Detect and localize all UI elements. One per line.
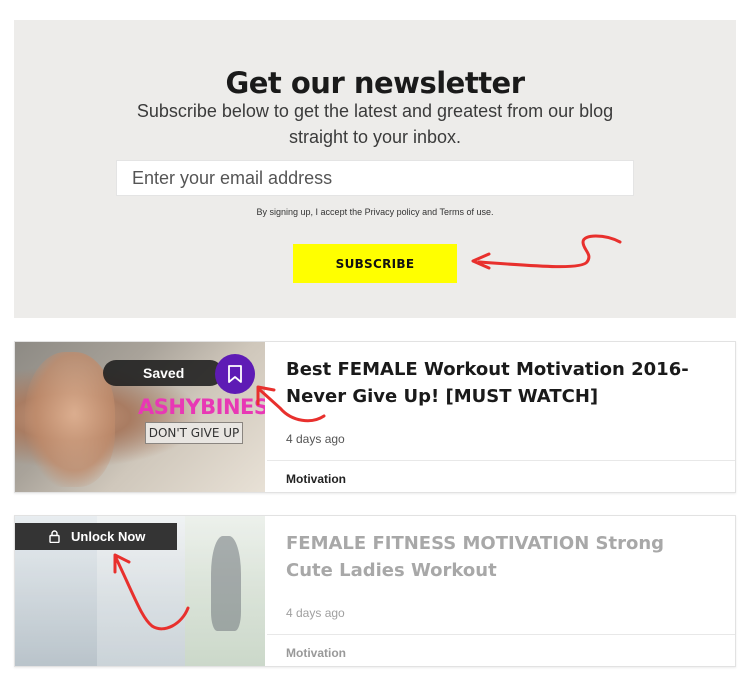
bookmark-icon — [228, 365, 242, 383]
thumbnail-tag-text: DON'T GIVE UP — [145, 422, 243, 444]
card-divider — [267, 460, 735, 461]
unlock-label: Unlock Now — [71, 529, 146, 544]
thumbnail-brand-text: ASHYBINES — [138, 395, 265, 419]
email-input[interactable] — [116, 160, 634, 196]
thumbnail-face — [25, 352, 115, 487]
article-title[interactable]: FEMALE FITNESS MOTIVATION Strong Cute La… — [286, 530, 706, 584]
card-divider — [267, 634, 735, 635]
article-thumbnail[interactable]: Unlock Now — [15, 516, 265, 666]
article-card[interactable]: Unlock Now FEMALE FITNESS MOTIVATION Str… — [14, 515, 736, 667]
newsletter-title: Get our newsletter — [225, 66, 525, 100]
newsletter-section: Get our newsletter Subscribe below to ge… — [14, 20, 736, 318]
newsletter-subtitle: Subscribe below to get the latest and gr… — [14, 98, 736, 150]
newsletter-subtitle-line-1: Subscribe below to get the latest and gr… — [136, 101, 614, 121]
page: Get our newsletter Subscribe below to ge… — [0, 0, 749, 686]
subscribe-button[interactable]: SUBSCRIBE — [293, 244, 457, 283]
article-category[interactable]: Motivation — [286, 646, 346, 660]
lock-icon — [49, 530, 60, 543]
article-date: 4 days ago — [286, 432, 345, 446]
article-category[interactable]: Motivation — [286, 472, 346, 486]
article-title[interactable]: Best FEMALE Workout Motivation 2016- Nev… — [286, 356, 706, 410]
article-thumbnail[interactable]: ASHYBINES DON'T GIVE UP Saved — [15, 342, 265, 492]
bookmark-button[interactable] — [215, 354, 255, 394]
article-date: 4 days ago — [286, 606, 345, 620]
newsletter-subtitle-line-2: straight to your inbox. — [288, 127, 462, 147]
article-card[interactable]: ASHYBINES DON'T GIVE UP Saved Best FEMAL… — [14, 341, 736, 493]
terms-text: By signing up, I accept the Privacy poli… — [256, 207, 494, 217]
saved-label[interactable]: Saved — [103, 360, 223, 386]
thumbnail-figure — [211, 536, 241, 631]
unlock-button[interactable]: Unlock Now — [15, 523, 177, 550]
